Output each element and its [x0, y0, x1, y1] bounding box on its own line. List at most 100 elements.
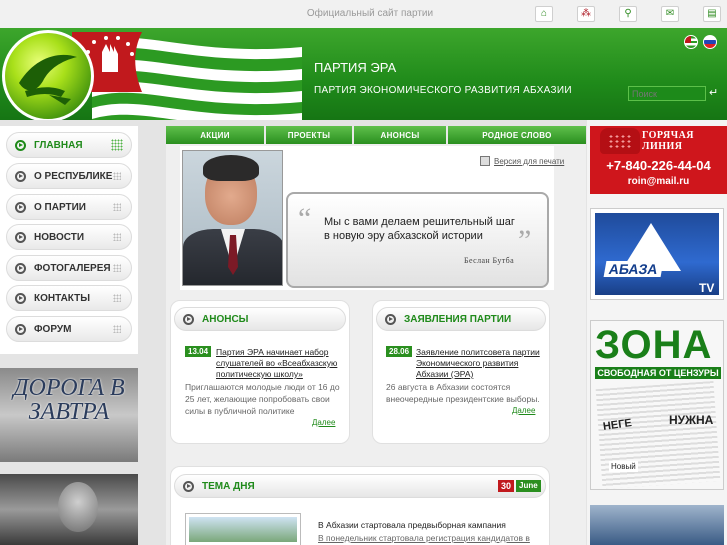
- nav-item-party[interactable]: О ПАРТИИ: [6, 194, 132, 220]
- topic-heading-label: ТЕМА ДНЯ: [202, 480, 255, 492]
- search-input[interactable]: [628, 86, 706, 101]
- site-header: ПАРТИЯ ЭРА ПАРТИЯ ЭКОНОМИЧЕСКОГО РАЗВИТИ…: [0, 28, 727, 120]
- abkhazia-flag-icon[interactable]: [684, 35, 698, 49]
- bottom-right-banner[interactable]: [590, 505, 724, 545]
- topic-month: June: [516, 480, 541, 492]
- topic-date: 30 June: [498, 480, 541, 492]
- dots-icon: [113, 233, 121, 241]
- section-tabs: АКЦИИ ПРОЕКТЫ АНОНСЫ РОДНОЕ СЛОВО: [166, 126, 586, 144]
- nav-item-gallery[interactable]: ФОТОГАЛЕРЕЯ: [6, 255, 132, 281]
- tab-announcements[interactable]: АНОНСЫ: [354, 126, 448, 144]
- language-switch: [684, 35, 722, 49]
- dots-icon: [113, 325, 121, 333]
- leader-portrait: [182, 150, 283, 286]
- leader-photo-banner[interactable]: [0, 474, 138, 545]
- quote-line-1: Мы с вами делаем решительный шаг: [324, 216, 515, 228]
- statements-heading-label: ЗАЯВЛЕНИЯ ПАРТИИ: [404, 313, 512, 325]
- nav-bullet-icon: [15, 139, 26, 151]
- nav-item-label: НОВОСТИ: [34, 231, 85, 243]
- heading-bullet-icon: [183, 313, 194, 325]
- top-icons: ⌂ ⁂ ⚲ ✉ ▤: [535, 6, 727, 22]
- nav-item-label: КОНТАКТЫ: [34, 292, 91, 304]
- statement-title[interactable]: Заявление политсовета партии Экономическ…: [416, 347, 544, 380]
- tv-name: АБАЗА: [603, 261, 664, 277]
- site-label: Официальный сайт партии: [306, 8, 434, 19]
- zona-newspaper-banner[interactable]: ЗОНА СВОБОДНАЯ ОТ ЦЕНЗУРЫ НУЖНА НЕГЕ Нов…: [590, 320, 724, 490]
- announcement-title[interactable]: Партия ЭРА начинает набор слушателей во …: [216, 347, 342, 380]
- russia-flag-icon[interactable]: [703, 35, 717, 49]
- header-subtitle: ПАРТИЯ ЭКОНОМИЧЕСКОГО РАЗВИТИЯ АБХАЗИИ: [314, 85, 572, 96]
- top-bar: Официальный сайт партии ⌂ ⁂ ⚲ ✉ ▤: [0, 0, 727, 28]
- topic-body: В понедельник стартовала регистрация кан…: [318, 533, 530, 543]
- sitemap-icon[interactable]: ⁂: [577, 6, 595, 22]
- heading-bullet-icon: [183, 480, 194, 492]
- abkhazia-flag-graphic: [72, 32, 302, 120]
- tv-suffix: TV: [699, 281, 715, 295]
- dots-icon: [113, 294, 121, 302]
- hotline-phone: +7-840-226-44-04: [606, 158, 711, 173]
- abaza-tv-banner[interactable]: АБАЗА TV: [590, 208, 724, 300]
- announcement-body: Приглашаются молодые люди от 16 до 25 ле…: [185, 382, 340, 416]
- paper-headline: НУЖНА: [669, 413, 714, 427]
- print-version-label: Версия для печати: [494, 156, 565, 166]
- statements-heading[interactable]: ЗАЯВЛЕНИЯ ПАРТИИ: [376, 307, 546, 331]
- home-icon[interactable]: ⌂: [535, 6, 553, 22]
- dots-icon: [113, 203, 121, 211]
- left-navigation: ГЛАВНАЯ О РЕСПУБЛИКЕ О ПАРТИИ НОВОСТИ ФО…: [0, 126, 138, 354]
- zona-subtitle: СВОБОДНАЯ ОТ ЦЕНЗУРЫ: [595, 367, 721, 379]
- topic-heading[interactable]: ТЕМА ДНЯ: [174, 474, 546, 498]
- quote-line-2: в новую эру абхазской истории: [324, 230, 483, 242]
- print-icon[interactable]: ▤: [703, 6, 721, 22]
- nav-item-republic[interactable]: О РЕСПУБЛИКЕ: [6, 163, 132, 189]
- hotline-banner[interactable]: ГОРЯЧАЯ ЛИНИЯ +7-840-226-44-04 roin@mail…: [590, 126, 727, 194]
- topic-day: 30: [498, 480, 515, 492]
- nav-bullet-icon: [15, 231, 26, 243]
- announcement-date: 13.04: [185, 346, 212, 357]
- tab-native-word[interactable]: РОДНОЕ СЛОВО: [448, 126, 586, 144]
- tv-screen: АБАЗА TV: [595, 213, 719, 295]
- nav-item-label: ФОРУМ: [34, 323, 72, 335]
- telephone-icon: [600, 128, 640, 154]
- nav-item-forum[interactable]: ФОРУМ: [6, 316, 132, 342]
- nav-item-news[interactable]: НОВОСТИ: [6, 224, 132, 250]
- nav-item-contacts[interactable]: КОНТАКТЫ: [6, 285, 132, 311]
- road-banner-text: ДОРОГА В ЗАВТРА: [13, 375, 125, 425]
- party-logo[interactable]: [2, 30, 94, 120]
- nav-bullet-icon: [15, 262, 26, 274]
- print-version-link[interactable]: Версия для печати: [480, 156, 564, 166]
- tab-projects[interactable]: ПРОЕКТЫ: [266, 126, 354, 144]
- search-icon[interactable]: ⚲: [619, 6, 637, 22]
- hotline-email: roin@mail.ru: [627, 176, 690, 187]
- nav-item-label: ФОТОГАЛЕРЕЯ: [34, 262, 111, 274]
- announcements-heading-label: АНОНСЫ: [202, 313, 249, 325]
- newspaper-stack-image: [595, 381, 721, 489]
- nav-item-label: О ПАРТИИ: [34, 201, 86, 213]
- dots-icon: [113, 172, 121, 180]
- nav-bullet-icon: [15, 323, 26, 335]
- mail-icon[interactable]: ✉: [661, 6, 679, 22]
- statement-body: 26 августа в Абхазии состоятся внеочеред…: [386, 382, 540, 404]
- announcement-more-link[interactable]: Далее: [312, 418, 335, 427]
- topic-thumbnail[interactable]: [186, 514, 300, 545]
- nav-bullet-icon: [15, 292, 26, 304]
- nav-item-label: О РЕСПУБЛИКЕ: [34, 170, 113, 182]
- quote-author: Беслан Бутба: [464, 256, 515, 265]
- open-quote-icon: “: [298, 202, 312, 235]
- portrait-image: [58, 482, 98, 532]
- paper-headline: Новый: [609, 461, 638, 472]
- nav-bullet-icon: [15, 201, 26, 213]
- statement-date: 28.06: [386, 346, 413, 357]
- road-to-tomorrow-banner[interactable]: ДОРОГА В ЗАВТРА: [0, 368, 138, 462]
- statement-more-link[interactable]: Далее: [512, 406, 535, 415]
- announcements-heading[interactable]: АНОНСЫ: [174, 307, 346, 331]
- dots-icon: [111, 139, 123, 151]
- portrait-hair: [203, 155, 259, 181]
- nav-bullet-icon: [15, 170, 26, 182]
- topic-title[interactable]: В Абхазии стартовала предвыборная кампан…: [318, 520, 548, 531]
- printer-icon: [480, 156, 490, 166]
- dots-icon: [113, 264, 121, 272]
- tab-actions[interactable]: АКЦИИ: [166, 126, 266, 144]
- close-quote-icon: ”: [518, 224, 532, 257]
- search-submit-icon[interactable]: ↵: [709, 86, 718, 99]
- nav-item-home[interactable]: ГЛАВНАЯ: [6, 132, 132, 158]
